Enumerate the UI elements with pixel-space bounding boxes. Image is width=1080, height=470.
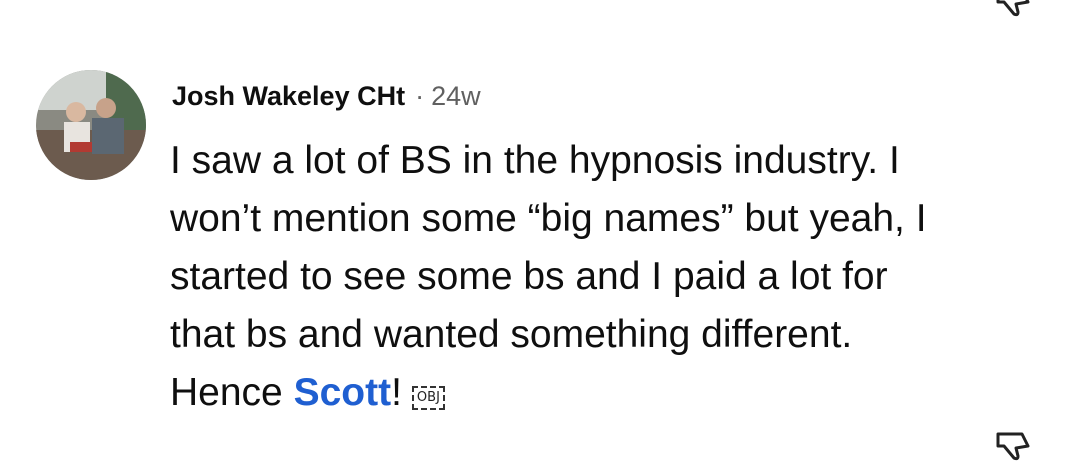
object-placeholder: OBJ [411, 386, 445, 410]
comment-text-suffix: ! [391, 371, 402, 414]
comment-text-prefix: Hence [170, 371, 294, 414]
comment-line: started to see some bs and I paid a lot … [170, 255, 888, 298]
comment-text: I saw a lot of BS in the hypnosis indust… [170, 132, 1050, 422]
avatar[interactable] [36, 70, 146, 180]
timestamp: 24w [431, 81, 481, 111]
comment-meta: Josh Wakeley CHt · 24w [172, 80, 481, 112]
meta-separator: · [415, 81, 425, 111]
comment-line: I saw a lot of BS in the hypnosis indust… [170, 139, 900, 182]
comment-line-last: Hence Scott! OBJ [170, 364, 1050, 422]
comment-line: that bs and wanted something different. [170, 313, 853, 356]
author-name[interactable]: Josh Wakeley CHt [172, 81, 405, 111]
mention-link[interactable]: Scott [294, 371, 392, 414]
comment-line: won’t mention some “big names” but yeah,… [170, 197, 927, 240]
dislike-icon[interactable] [992, 432, 1034, 462]
dislike-icon[interactable] [992, 0, 1034, 18]
